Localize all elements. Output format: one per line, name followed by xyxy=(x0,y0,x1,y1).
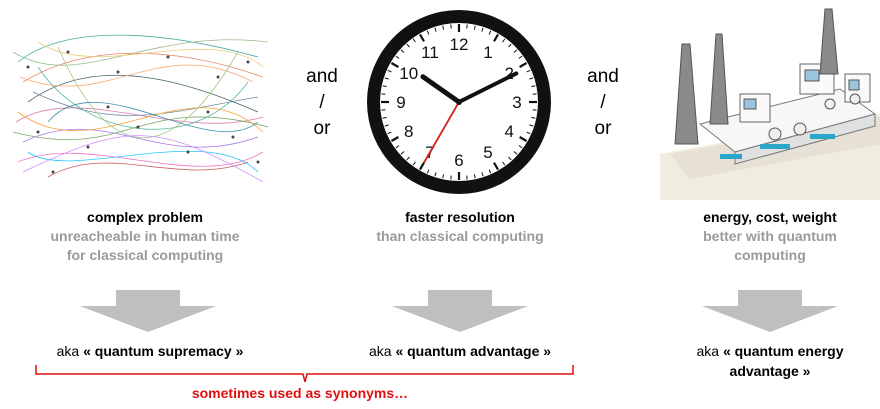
caption-title: faster resolution xyxy=(405,209,515,225)
caption-sub: for classical computing xyxy=(66,247,224,263)
connector-and-or: and / or xyxy=(573,64,633,142)
synonym-brace xyxy=(35,365,574,383)
clock-number: 3 xyxy=(512,93,521,112)
connector-or: or xyxy=(594,118,612,139)
caption-title: energy, cost, weight xyxy=(703,209,837,225)
caption-sub: than classical computing xyxy=(376,228,544,244)
aka-prefix: aka xyxy=(696,343,723,359)
connector-and-or: and / or xyxy=(292,64,352,142)
aka-quantum-advantage: aka « quantum advantage » xyxy=(330,341,590,361)
connector-slash: / xyxy=(600,92,606,113)
aka-prefix: aka xyxy=(56,343,84,359)
clock-number: 10 xyxy=(399,64,418,83)
aka-term: « quantum supremacy » xyxy=(83,343,244,359)
connector-and: and xyxy=(587,66,619,87)
down-arrow xyxy=(392,290,528,332)
aka-term: « quantum energy xyxy=(722,343,844,359)
caption-title: complex problem xyxy=(87,209,203,225)
network-graph-illustration xyxy=(12,34,269,183)
caption-sub: better with quantum xyxy=(703,228,837,244)
caption-complex-problem: complex problem unreacheable in human ti… xyxy=(25,208,265,265)
connector-slash: / xyxy=(319,92,325,113)
caption-sub: computing xyxy=(734,247,806,263)
connector-or: or xyxy=(313,118,331,139)
caption-faster-resolution: faster resolution than classical computi… xyxy=(340,208,580,246)
caption-sub: unreacheable in human time xyxy=(50,228,240,244)
clock-number: 1 xyxy=(483,43,492,62)
aka-term: « quantum advantage » xyxy=(395,343,552,359)
aka-prefix: aka xyxy=(368,343,396,359)
down-arrow xyxy=(80,290,216,332)
clock-number: 12 xyxy=(450,35,469,54)
clock-number: 5 xyxy=(483,143,492,162)
aka-quantum-supremacy: aka « quantum supremacy » xyxy=(20,341,280,361)
aka-quantum-energy-advantage: aka « quantum energy advantage » xyxy=(660,341,880,381)
clock-number: 9 xyxy=(396,93,405,112)
footer-note: sometimes used as synonyms… xyxy=(191,385,409,401)
down-arrow xyxy=(702,290,838,332)
caption-energy-cost-weight: energy, cost, weight better with quantum… xyxy=(660,208,880,265)
connector-and: and xyxy=(306,66,338,87)
clock-icon: 121234567891011 xyxy=(367,10,551,194)
clock-number: 4 xyxy=(504,122,513,141)
clock-number: 6 xyxy=(454,151,463,170)
clock-number: 8 xyxy=(404,122,413,141)
clock-number: 11 xyxy=(421,43,439,62)
aka-term: advantage » xyxy=(729,363,811,379)
power-plant-illustration xyxy=(660,8,880,200)
